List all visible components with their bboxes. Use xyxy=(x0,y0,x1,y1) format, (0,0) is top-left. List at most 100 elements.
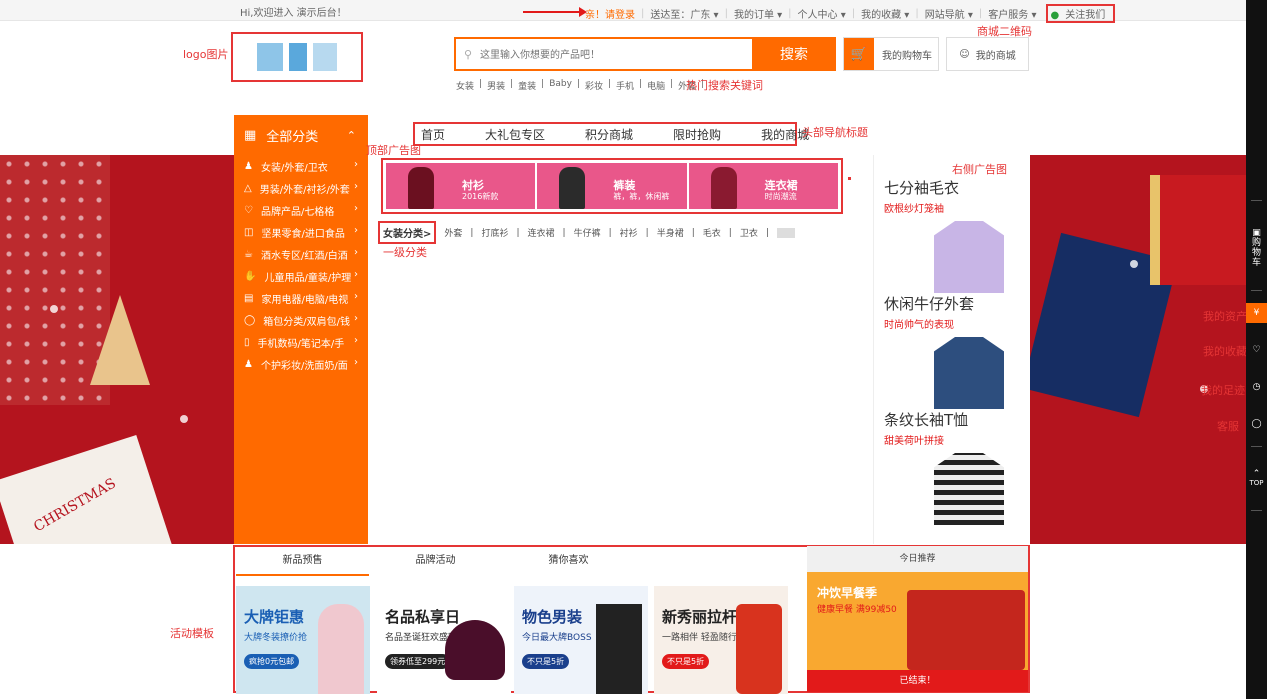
coat-image xyxy=(318,604,364,694)
subcategory-link[interactable]: 半身裙 xyxy=(657,226,684,239)
ad-pants[interactable]: 裤装 裤，裤，休闲裤 xyxy=(537,163,687,209)
sidebar-favorites[interactable]: ♡ xyxy=(1246,345,1267,355)
login-link[interactable]: 亲！请登录 xyxy=(585,6,635,21)
subcategory-link[interactable]: 连衣裙 xyxy=(528,226,555,239)
all-categories-button[interactable]: ▦ 全部分类 ⌃ xyxy=(234,115,368,155)
logo-block xyxy=(257,43,283,71)
search-input[interactable] xyxy=(480,45,750,65)
chevron-right-icon: › xyxy=(354,291,358,302)
my-orders-link[interactable]: 我的订单 ▾ xyxy=(734,6,782,21)
shirt-icon: △ xyxy=(244,182,252,194)
subcategory-link[interactable]: 外套 xyxy=(444,226,462,239)
heart-icon: ♡ xyxy=(244,204,253,216)
site-nav-link[interactable]: 网站导航 ▾ xyxy=(925,6,973,21)
blurred-item xyxy=(776,227,795,238)
ended-banner: 已结束！ xyxy=(807,670,1028,692)
search-button[interactable]: 搜索 xyxy=(752,37,836,71)
tab-brand-events[interactable]: 品牌活动 xyxy=(369,548,502,576)
hot-keyword[interactable]: 电脑 xyxy=(647,79,665,92)
christmas-card: CHRISTMAS xyxy=(0,435,177,544)
nav-item-home[interactable]: 首页 xyxy=(421,126,445,143)
category-item[interactable]: ✋ 儿童用品/童装/护理 › xyxy=(234,265,368,287)
promo-sub: 今日最大牌BOSS xyxy=(522,633,592,643)
gift-box-decoration xyxy=(1150,175,1246,285)
back-to-top-button[interactable]: ⌃ TOP xyxy=(1246,470,1267,488)
nav-item-flash-sale[interactable]: 限时抢购 xyxy=(673,126,721,143)
category-item[interactable]: △ 男装/外套/衬衫/外套 › xyxy=(234,177,368,199)
ad-shirts[interactable]: 衬衫 2016新款 xyxy=(386,163,536,209)
separator: | xyxy=(479,79,483,89)
trash-icon: ◫ xyxy=(244,226,254,238)
product-card[interactable]: 休闲牛仔外套 时尚帅气的表现 xyxy=(884,293,1004,409)
sidebar-service[interactable]: ◯ xyxy=(1246,419,1267,429)
sidebar-cart[interactable]: ▣ 购物车 xyxy=(1246,228,1267,268)
product-card[interactable]: 七分袖毛衣 欧根纱灯笼袖 xyxy=(884,177,1004,293)
chevron-right-icon: › xyxy=(354,159,358,170)
hot-keyword[interactable]: 男装 xyxy=(487,79,505,92)
customer-service-link[interactable]: 客户服务 ▾ xyxy=(988,6,1036,21)
hot-keyword[interactable]: 女装 xyxy=(456,79,474,92)
subcategory-link[interactable]: 打底衫 xyxy=(481,226,508,239)
right-ad-column: 右侧广告图 七分袖毛衣 欧根纱灯笼袖 休闲牛仔外套 时尚帅气的表现 条纹长袖T恤… xyxy=(873,155,1030,544)
promo-card[interactable]: 名品私享日 名品圣诞狂欢盛宴 领券低至299元 xyxy=(377,586,511,694)
follow-us-link[interactable]: ● 关注我们 xyxy=(1046,4,1116,23)
subcategory-link[interactable]: 衬衫 xyxy=(620,226,638,239)
bag-icon: ◯ xyxy=(244,314,256,326)
ad-dresses[interactable]: 连衣裙 时尚潮流 xyxy=(688,163,838,209)
heart-icon: ♡ xyxy=(1252,345,1261,355)
category-label: 儿童用品/童装/护理 xyxy=(264,272,352,284)
category-item[interactable]: ♟ 个护彩妆/洗面奶/面 › xyxy=(234,353,368,375)
delivery-selector[interactable]: 送达至：广东 ▾ xyxy=(650,6,718,21)
logo-block xyxy=(289,43,307,71)
category-label: 女装/外套/卫衣 xyxy=(260,162,328,174)
nav-item-points-mall[interactable]: 积分商城 xyxy=(585,126,633,143)
subcategory-link[interactable]: 卫衣 xyxy=(740,226,758,239)
jacket-image xyxy=(934,337,1004,409)
site-logo[interactable] xyxy=(231,32,363,82)
product-card[interactable]: 条纹长袖T恤 甜美荷叶拼接 xyxy=(884,409,1004,525)
my-cart-button[interactable]: 🛒 我的购物车 xyxy=(843,37,939,71)
separator: | xyxy=(670,79,674,89)
subcategory-link[interactable]: 毛衣 xyxy=(703,226,721,239)
welcome-text: Hi,欢迎进入 演示后台！ xyxy=(240,8,347,19)
hot-keyword[interactable]: 彩妆 xyxy=(585,79,603,92)
hot-keyword[interactable]: 童装 xyxy=(518,79,536,92)
model-image xyxy=(408,167,434,209)
my-favorites-link[interactable]: 我的收藏 ▾ xyxy=(861,6,909,21)
sidebar-assets[interactable]: ¥ xyxy=(1246,303,1267,323)
hot-keyword[interactable]: 手机 xyxy=(616,79,634,92)
category-item[interactable]: ♡ 品牌产品/七格格 › xyxy=(234,199,368,221)
right-toolbar: ▣ 购物车 ¥ ♡ ◷ ◯ ⌃ TOP xyxy=(1246,0,1267,699)
my-store-button[interactable]: ☺ 我的商城 xyxy=(946,37,1029,71)
category-label: 箱包分类/双肩包/钱 xyxy=(263,316,350,328)
cart-label: 我的购物车 xyxy=(882,50,932,62)
user-center-link[interactable]: 个人中心 ▾ xyxy=(798,6,846,21)
annotation-right-ad: 右侧广告图 xyxy=(952,163,1007,176)
grid-icon: ▦ xyxy=(244,127,257,143)
hot-keyword[interactable]: Baby xyxy=(549,79,572,92)
promo-card[interactable]: 新秀丽拉杆箱 一路相伴 轻盈随行 不只是5折 xyxy=(654,586,788,694)
annotation-activity: 活动模板 xyxy=(170,627,214,640)
category-item[interactable]: ♟ 女装/外套/卫衣 › xyxy=(234,155,368,177)
handbag-image xyxy=(445,620,505,680)
separator: | xyxy=(851,8,856,19)
category-item[interactable]: ▤ 家用电器/电脑/电视 › xyxy=(234,287,368,309)
cup-icon: ☕ xyxy=(244,248,253,260)
annotation-marker xyxy=(848,177,851,180)
category-item[interactable]: ☕ 酒水专区/红酒/白酒 › xyxy=(234,243,368,265)
subcategory-link[interactable]: 牛仔裤 xyxy=(574,226,601,239)
nav-item-gift-pack[interactable]: 大礼包专区 xyxy=(485,126,545,143)
subcategory-title[interactable]: 女装分类> xyxy=(378,221,437,244)
category-item[interactable]: ◯ 箱包分类/双肩包/钱 › xyxy=(234,309,368,331)
category-item[interactable]: ◫ 坚果零食/进口食品 › xyxy=(234,221,368,243)
sidebar-footprint[interactable]: ◷ xyxy=(1246,382,1267,392)
promo-card[interactable]: 大牌钜惠 大牌冬装撩价抢 疯抢0元包邮 xyxy=(236,586,370,694)
separator: | xyxy=(788,8,792,19)
menswear-image xyxy=(596,604,642,694)
separator: | xyxy=(641,8,645,19)
category-item[interactable]: ▯ 手机数码/笔记本/手 › xyxy=(234,331,368,353)
tab-new-presale[interactable]: 新品预售 xyxy=(236,548,369,576)
promo-card[interactable]: 物色男装 今日最大牌BOSS 不只是5折 xyxy=(514,586,648,694)
today-recommend[interactable]: 今日推荐 冲饮早餐季 健康早餐 满99减50 已结束！ xyxy=(807,546,1028,692)
tab-recommended[interactable]: 猜你喜欢 xyxy=(502,548,635,576)
